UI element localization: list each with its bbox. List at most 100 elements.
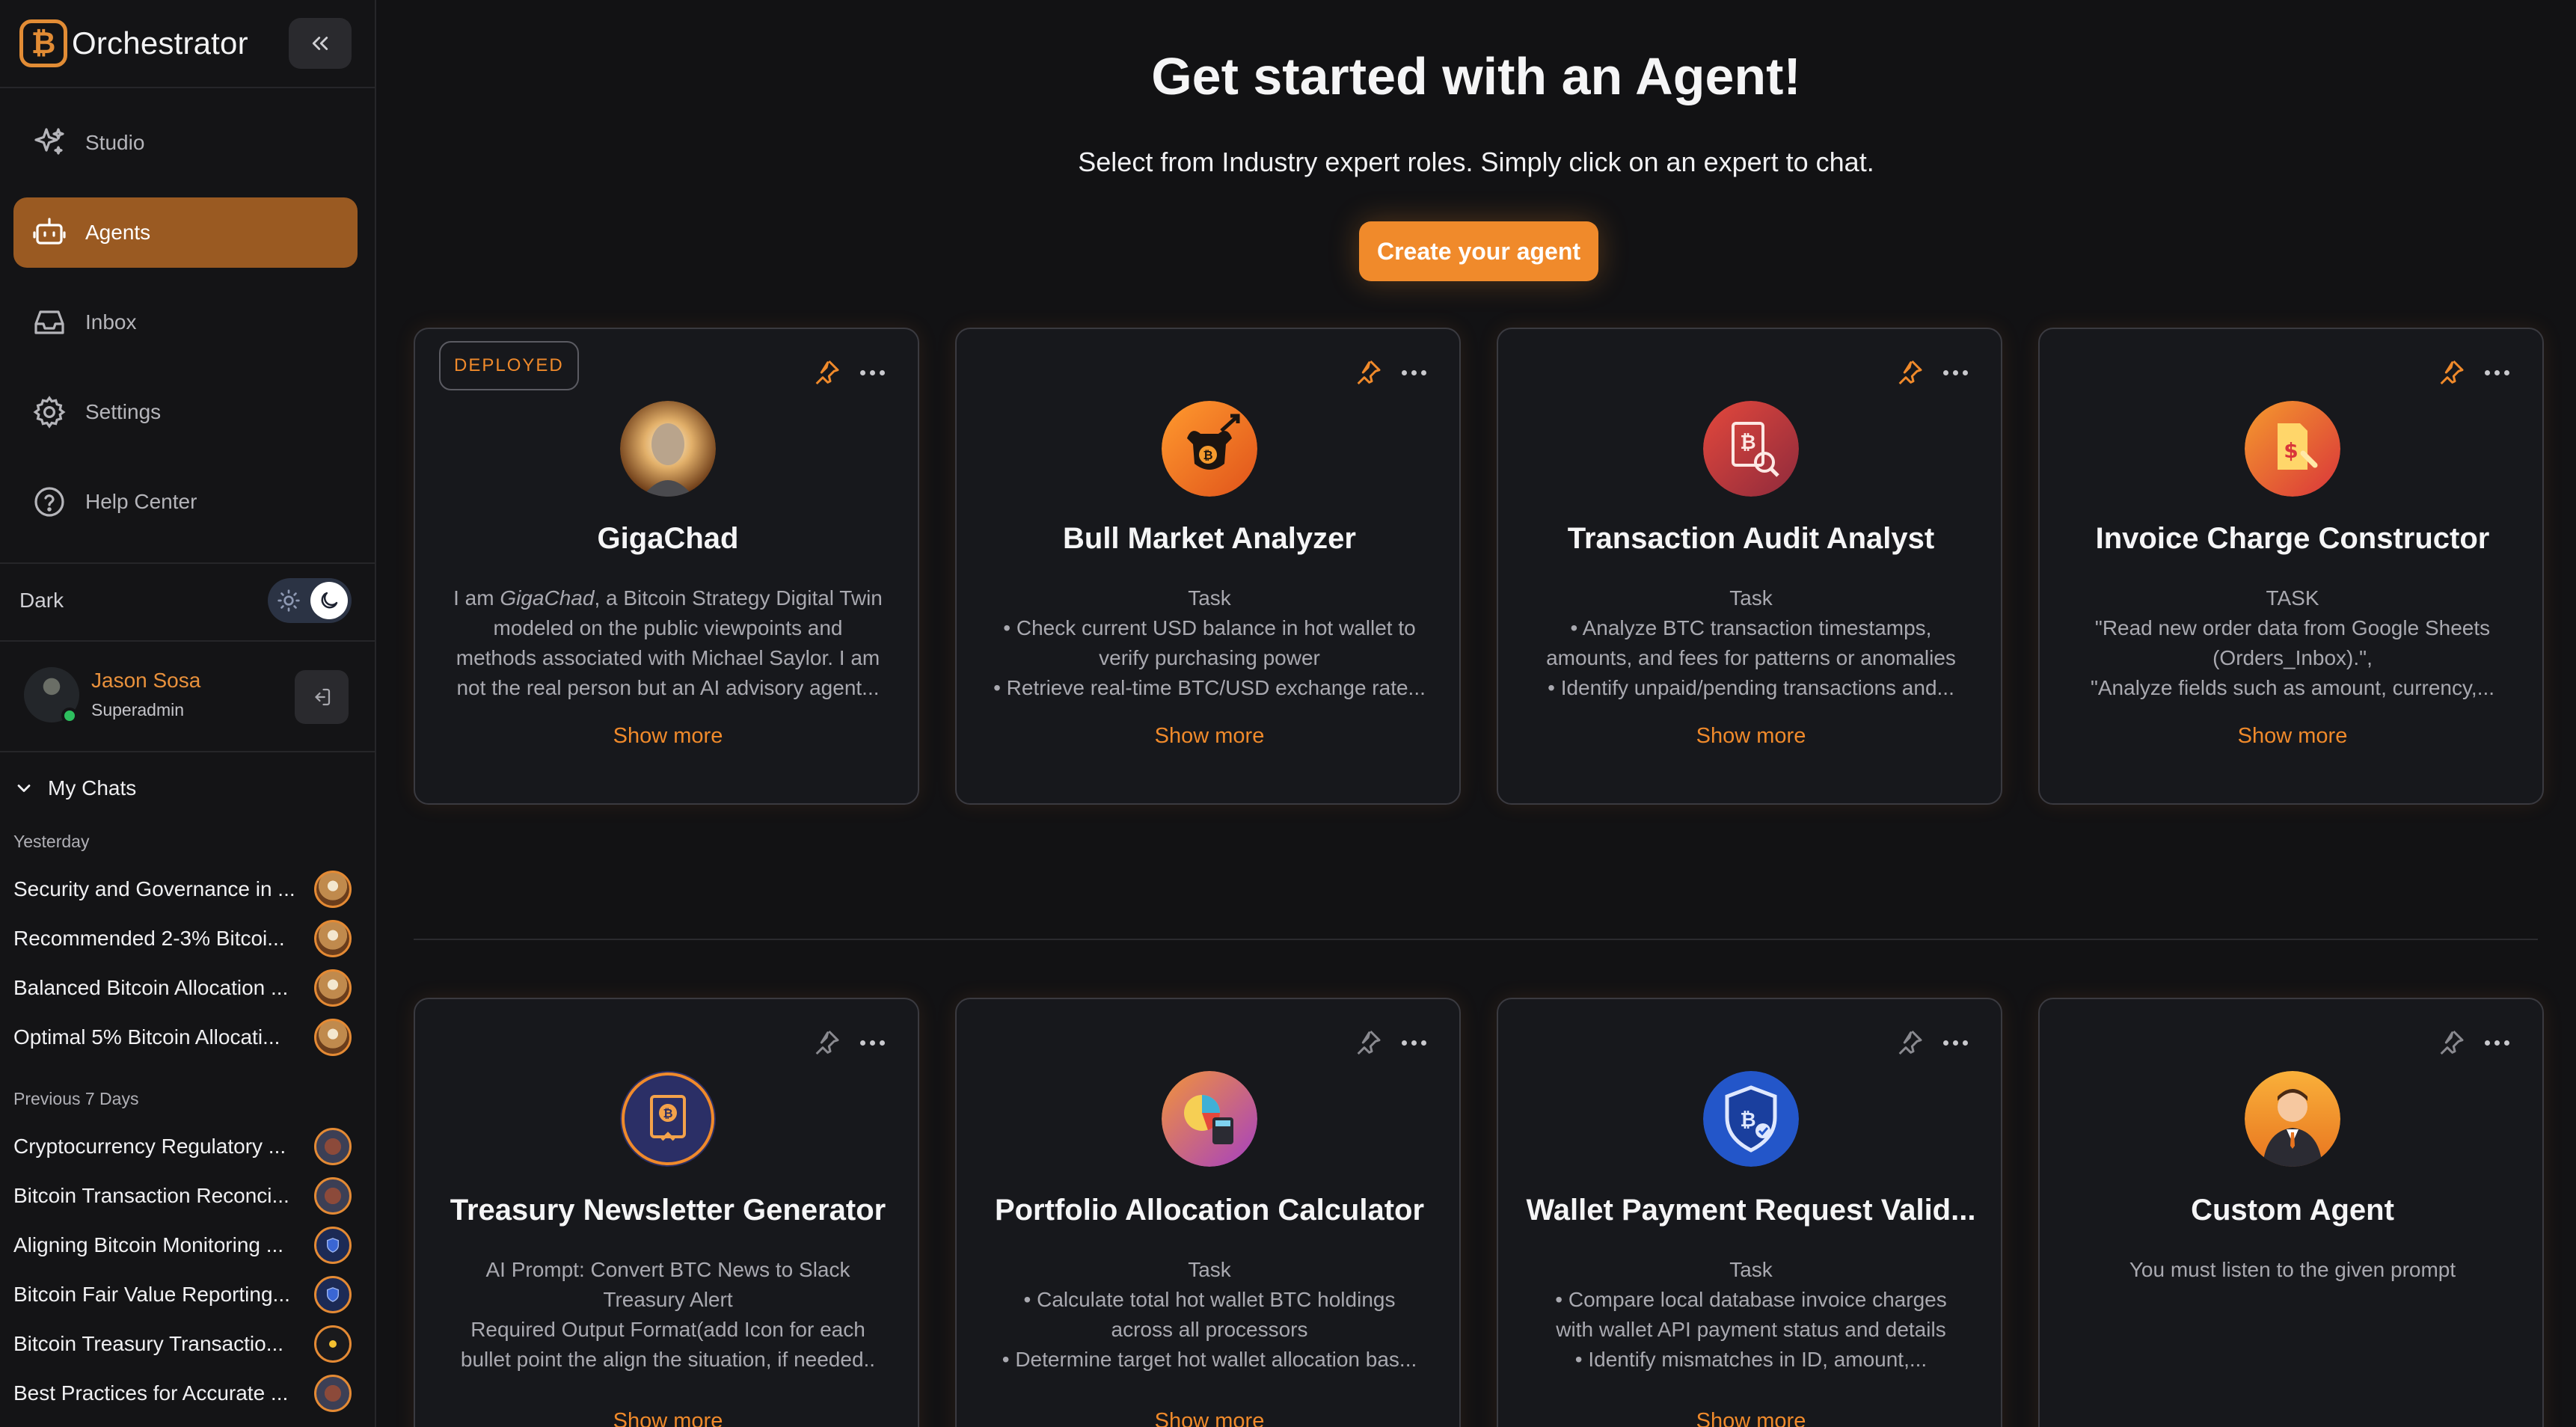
- show-more-link[interactable]: Show more: [1498, 724, 2004, 749]
- chat-item[interactable]: Bitcoin Transaction Reconci...: [13, 1176, 355, 1216]
- chat-item[interactable]: Recommended 2-3% Bitcoi...: [13, 918, 355, 959]
- desc-line: TASK: [2266, 586, 2319, 610]
- desc-line: amounts, and fees for patterns or anomal…: [1546, 646, 1956, 669]
- user-role: Superadmin: [91, 700, 185, 719]
- desc-line: "Analyze fields such as amount, currency…: [2090, 676, 2495, 699]
- nav-studio[interactable]: Studio: [13, 108, 358, 178]
- nav-label: Agents: [85, 221, 151, 244]
- agent-name: Bull Market Analyzer: [1063, 522, 1356, 555]
- desc-line: Treasury Alert: [603, 1288, 733, 1311]
- more-options-button[interactable]: [2480, 357, 2514, 387]
- bitcoin-icon: ₿: [19, 19, 67, 67]
- pin-icon[interactable]: [1895, 1028, 1925, 1058]
- page-title: Get started with an Agent!: [1151, 47, 1801, 105]
- pin-icon[interactable]: [812, 357, 841, 387]
- avatar[interactable]: [24, 667, 79, 724]
- chevron-down-icon: [17, 785, 31, 792]
- desc-line: • Calculate total hot wallet BTC holding…: [1023, 1288, 1396, 1311]
- pie-calculator-icon: [1162, 1071, 1257, 1167]
- more-options-button[interactable]: [2480, 1028, 2514, 1058]
- show-more-link[interactable]: Show more: [2040, 724, 2545, 749]
- agent-card-invoice-charge-constructor[interactable]: $ Invoice Charge Constructor TASK "Read …: [2038, 328, 2544, 805]
- desc-line: • Identify unpaid/pending transactions a…: [1548, 676, 1954, 699]
- nav-agents[interactable]: Agents: [13, 197, 358, 268]
- chat-item[interactable]: Cryptocurrency Regulatory ...: [13, 1126, 355, 1167]
- agent-card-treasury-newsletter-generator[interactable]: ₿ Treasury Newsletter Generator AI Promp…: [414, 998, 919, 1427]
- desc-line: • Compare local database invoice charges: [1555, 1288, 1947, 1311]
- svg-text:₿: ₿: [1203, 448, 1212, 462]
- page-subtitle: Select from Industry expert roles. Simpl…: [1078, 147, 1874, 177]
- chat-title: Recommended 2-3% Bitcoi...: [13, 927, 285, 950]
- agent-card-gigachad[interactable]: DEPLOYED GigaChad I am GigaChad, a Bitco…: [414, 328, 919, 805]
- show-more-link[interactable]: Show more: [957, 724, 1462, 749]
- more-options-button[interactable]: [855, 1028, 889, 1058]
- agent-avatar: [314, 1128, 352, 1165]
- my-chats-title: My Chats: [48, 776, 137, 800]
- my-chats-toggle[interactable]: My Chats: [13, 776, 136, 800]
- gear-icon: [33, 396, 66, 429]
- chat-item[interactable]: Security and Governance in ...: [13, 869, 355, 909]
- agent-card-portfolio-allocation-calculator[interactable]: Portfolio Allocation Calculator Task • C…: [955, 998, 1461, 1427]
- theme-toggle[interactable]: [268, 578, 352, 623]
- nav-settings[interactable]: Settings: [13, 377, 358, 447]
- nav-inbox[interactable]: Inbox: [13, 287, 358, 357]
- chat-item[interactable]: Balanced Bitcoin Allocation ...: [13, 968, 355, 1008]
- more-options-button[interactable]: [855, 357, 889, 387]
- agent-avatar: [314, 871, 352, 908]
- chat-title: Best Practices for Accurate ...: [13, 1381, 289, 1405]
- agent-name-emphasis: GigaChad: [500, 586, 595, 610]
- help-circle-icon: [34, 487, 64, 517]
- shield-icon: [326, 1238, 340, 1253]
- logout-button[interactable]: [295, 670, 349, 724]
- pin-icon[interactable]: [1353, 1028, 1383, 1058]
- theme-label: Dark: [19, 589, 64, 612]
- agent-card-wallet-payment-request-validator[interactable]: ₿ Wallet Payment Request Valid... Task •…: [1497, 998, 2002, 1427]
- agent-name: GigaChad: [597, 522, 739, 555]
- pin-icon[interactable]: [812, 1028, 841, 1058]
- chat-title: Balanced Bitcoin Allocation ...: [13, 976, 289, 999]
- agent-card-bull-market-analyzer[interactable]: ₿ Bull Market Analyzer Task • Check curr…: [955, 328, 1461, 805]
- pin-icon[interactable]: [1353, 357, 1383, 387]
- chat-group-label: Yesterday: [13, 832, 90, 851]
- desc-line: You must listen to the given prompt: [2129, 1258, 2456, 1281]
- brand[interactable]: ₿ Orchestrator: [19, 18, 248, 69]
- more-options-button[interactable]: [1938, 1028, 1972, 1058]
- robot-icon: [33, 218, 66, 245]
- svg-text:$: $: [2284, 438, 2298, 463]
- chat-title: Security and Governance in ...: [13, 877, 295, 900]
- more-options-button[interactable]: [1396, 1028, 1431, 1058]
- nav-label: Help Center: [85, 490, 197, 513]
- desc-line: • Retrieve real-time BTC/USD exchange ra…: [993, 676, 1426, 699]
- pin-icon[interactable]: [2436, 1028, 2466, 1058]
- pin-icon[interactable]: [2436, 357, 2466, 387]
- agent-avatar: [314, 1325, 352, 1363]
- agent-description: Task • Analyze BTC transaction timestamp…: [1521, 583, 1981, 703]
- chat-item[interactable]: Aligning Bitcoin Monitoring ...: [13, 1225, 355, 1265]
- main-content: Get started with an Agent! Select from I…: [376, 0, 2576, 1427]
- chat-item[interactable]: Best Practices for Accurate ...: [13, 1373, 355, 1414]
- bull-bitcoin-icon: ₿: [1162, 401, 1257, 497]
- agent-description: I am GigaChad, a Bitcoin Strategy Digita…: [438, 583, 898, 703]
- create-agent-button[interactable]: Create your agent: [1359, 221, 1598, 281]
- desc-line: modeled on the public viewpoints and: [493, 616, 843, 639]
- show-more-link[interactable]: Show more: [415, 1409, 921, 1427]
- chat-item[interactable]: Bitcoin Treasury Transactio...: [13, 1324, 355, 1364]
- agent-card-custom-agent[interactable]: Custom Agent You must listen to the give…: [2038, 998, 2544, 1427]
- chat-item[interactable]: Optimal 5% Bitcoin Allocati...: [13, 1017, 355, 1058]
- agent-card-transaction-audit-analyst[interactable]: ₿ Transaction Audit Analyst Task • Analy…: [1497, 328, 2002, 805]
- nav-help-center[interactable]: Help Center: [13, 467, 358, 537]
- show-more-link[interactable]: Show more: [415, 724, 921, 749]
- pin-icon[interactable]: [1895, 357, 1925, 387]
- chat-item[interactable]: Bitcoin Fair Value Reporting...: [13, 1274, 355, 1315]
- more-options-button[interactable]: [1396, 357, 1431, 387]
- online-status-dot: [61, 708, 78, 724]
- show-more-link[interactable]: Show more: [1498, 1409, 2004, 1427]
- agent-description: Task • Check current USD balance in hot …: [979, 583, 1440, 703]
- collapse-sidebar-button[interactable]: [289, 18, 352, 69]
- svg-text:₿: ₿: [663, 1106, 672, 1120]
- sun-icon: [277, 589, 300, 612]
- more-options-button[interactable]: [1938, 357, 1972, 387]
- desc-line: • Determine target hot wallet allocation…: [1002, 1348, 1417, 1371]
- show-more-link[interactable]: Show more: [957, 1409, 1462, 1427]
- businessman-icon: [2245, 1071, 2340, 1167]
